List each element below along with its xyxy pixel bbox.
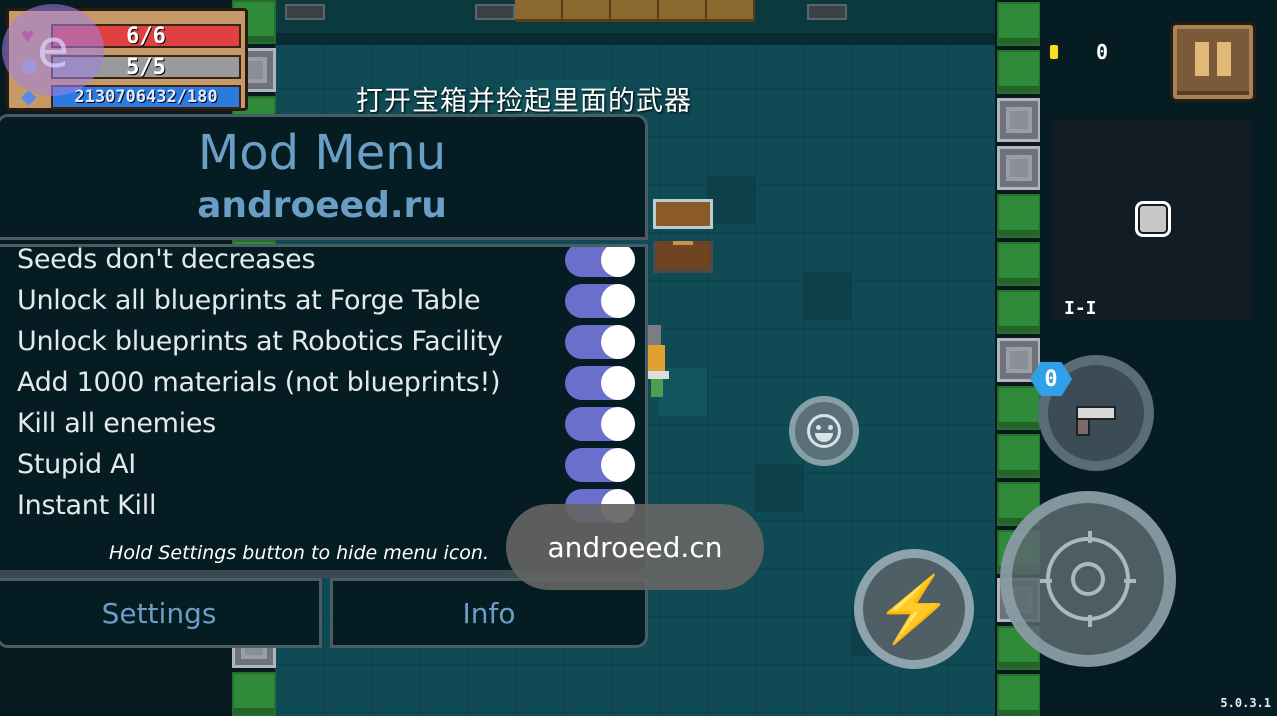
- hedge-block: [997, 2, 1041, 46]
- toggle-switch[interactable]: [565, 447, 635, 482]
- version-label: 5.0.3.1: [1220, 696, 1271, 710]
- floor-tile: [803, 272, 851, 320]
- toggle-switch[interactable]: [565, 247, 635, 277]
- mod-toggle-label: Unlock blueprints at Robotics Facility: [17, 326, 503, 357]
- attack-button[interactable]: [1000, 491, 1176, 667]
- hedge-block: [997, 434, 1041, 478]
- hedge-block: [232, 672, 276, 716]
- chest-body: [653, 241, 713, 273]
- skill-button[interactable]: ⚡: [854, 549, 974, 669]
- minimap-marker: I-I: [1064, 298, 1097, 319]
- hedge-block: [997, 386, 1041, 430]
- mod-toggle-row[interactable]: Seeds don't decreases: [0, 244, 645, 280]
- toggle-knob: [601, 447, 635, 482]
- wall-vent: [475, 4, 515, 20]
- wooden-door: [515, 0, 755, 22]
- mod-toggle-row[interactable]: Stupid AI: [0, 444, 645, 485]
- toggle-knob: [601, 283, 635, 318]
- treasure-chest[interactable]: [653, 199, 713, 273]
- quest-hint: 打开宝箱并捡起里面的武器: [356, 86, 692, 117]
- hedge-block: [997, 242, 1041, 286]
- coin-counter: 0: [1048, 40, 1108, 64]
- chest-lid: [653, 199, 713, 229]
- player-character: [645, 325, 671, 411]
- character-legs: [651, 379, 663, 397]
- mod-menu-header[interactable]: Mod Menu androeed.ru: [0, 114, 648, 240]
- floor-tile: [755, 464, 803, 512]
- pause-button[interactable]: [1170, 22, 1256, 102]
- coin-count: 0: [1096, 40, 1109, 64]
- character-belt: [645, 371, 669, 379]
- toggle-switch[interactable]: [565, 365, 635, 400]
- crosshair-tick: [1088, 615, 1092, 627]
- mod-toggle-label: Kill all enemies: [17, 408, 216, 439]
- hedge-block: [997, 50, 1041, 94]
- minimap-current-room: [1135, 201, 1171, 237]
- pause-icon: [1195, 42, 1209, 76]
- pistol-icon: [1076, 406, 1116, 436]
- mod-toggle-label: Unlock all blueprints at Forge Table: [17, 285, 481, 316]
- pause-icon-bar: [1217, 42, 1231, 76]
- hedge-block: [997, 290, 1041, 334]
- floating-overlay-badge[interactable]: e: [2, 4, 104, 96]
- smiley-icon: [807, 414, 841, 448]
- settings-button[interactable]: Settings: [0, 578, 322, 648]
- mod-toggle-row[interactable]: Add 1000 materials (not blueprints!): [0, 362, 645, 403]
- crosshair-tick: [1124, 579, 1136, 583]
- toggle-knob: [601, 324, 635, 359]
- toggle-knob: [601, 406, 635, 441]
- emote-button[interactable]: [789, 396, 859, 466]
- chest-lock: [673, 241, 693, 245]
- crosshair-tick: [1040, 579, 1052, 583]
- mod-menu-subtitle: androeed.ru: [197, 185, 447, 226]
- hedge-block: [997, 674, 1041, 716]
- crosshair-tick: [1088, 531, 1092, 543]
- toggle-switch[interactable]: [565, 406, 635, 441]
- mod-toggle-label: Instant Kill: [17, 490, 157, 521]
- stone-block: [997, 146, 1041, 190]
- toggle-knob: [601, 247, 635, 277]
- wall-vent: [285, 4, 325, 20]
- crosshair-icon: [1040, 531, 1136, 627]
- toggle-knob: [601, 365, 635, 400]
- mod-toggle-label: Add 1000 materials (not blueprints!): [17, 367, 501, 398]
- minimap[interactable]: I-I: [1052, 120, 1252, 320]
- hedge-block: [997, 194, 1041, 238]
- overlay-badge-letter: e: [37, 20, 69, 80]
- toggle-switch[interactable]: [565, 324, 635, 359]
- character-face: [645, 345, 665, 371]
- mod-toggle-label: Stupid AI: [17, 449, 136, 480]
- mod-menu-rows: Seeds don't decreases Unlock all blueprin…: [0, 244, 645, 526]
- mod-toggle-row[interactable]: Unlock all blueprints at Forge Table: [0, 280, 645, 321]
- coin-icon: [1048, 43, 1060, 61]
- wall-vent: [807, 4, 847, 20]
- floor-tile: [707, 176, 755, 224]
- stone-block: [997, 98, 1041, 142]
- mod-toggle-label: Seeds don't decreases: [17, 244, 316, 275]
- mod-toggle-row[interactable]: Kill all enemies: [0, 403, 645, 444]
- toast-message: androeed.cn: [506, 504, 764, 590]
- toggle-switch[interactable]: [565, 283, 635, 318]
- mod-toggle-row[interactable]: Unlock blueprints at Robotics Facility: [0, 321, 645, 362]
- mod-menu-title: Mod Menu: [197, 125, 447, 181]
- lightning-icon: ⚡: [874, 573, 954, 645]
